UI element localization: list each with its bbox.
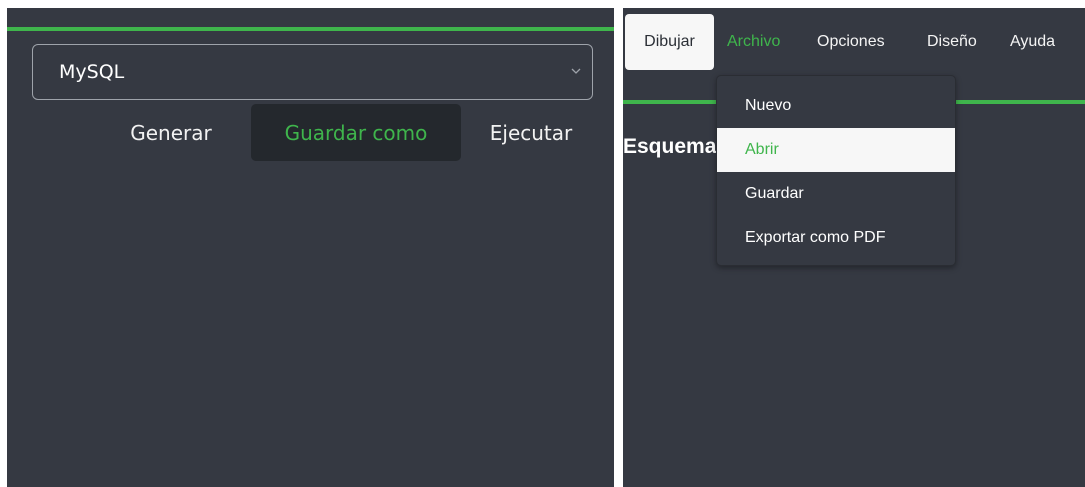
menu-diseno[interactable]: Diseño	[927, 14, 977, 70]
accent-divider	[7, 27, 614, 31]
menu-bar: Dibujar Archivo Opciones Diseño Ayuda	[623, 14, 1085, 70]
right-panel: Dibujar Archivo Opciones Diseño Ayuda Es…	[623, 8, 1085, 487]
menu-item-abrir[interactable]: Abrir	[717, 128, 955, 172]
database-select[interactable]: MySQL	[32, 44, 593, 100]
guardar-como-button[interactable]: Guardar como	[251, 104, 461, 161]
menu-archivo[interactable]: Archivo	[727, 14, 780, 70]
archivo-dropdown-menu: Nuevo Abrir Guardar Exportar como PDF	[716, 75, 956, 266]
page-title: Esquema	[623, 135, 717, 158]
chevron-down-icon	[571, 68, 581, 74]
generar-button[interactable]: Generar	[111, 104, 231, 161]
menu-item-nuevo[interactable]: Nuevo	[717, 84, 955, 128]
menu-ayuda[interactable]: Ayuda	[1010, 14, 1055, 70]
database-select-value: MySQL	[59, 61, 125, 83]
menu-dibujar[interactable]: Dibujar	[625, 14, 714, 70]
menu-opciones[interactable]: Opciones	[817, 14, 885, 70]
ejecutar-button[interactable]: Ejecutar	[471, 104, 591, 161]
menu-item-exportar-pdf[interactable]: Exportar como PDF	[717, 216, 955, 260]
left-panel: MySQL Generar Guardar como Ejecutar	[7, 8, 614, 487]
menu-item-guardar[interactable]: Guardar	[717, 172, 955, 216]
